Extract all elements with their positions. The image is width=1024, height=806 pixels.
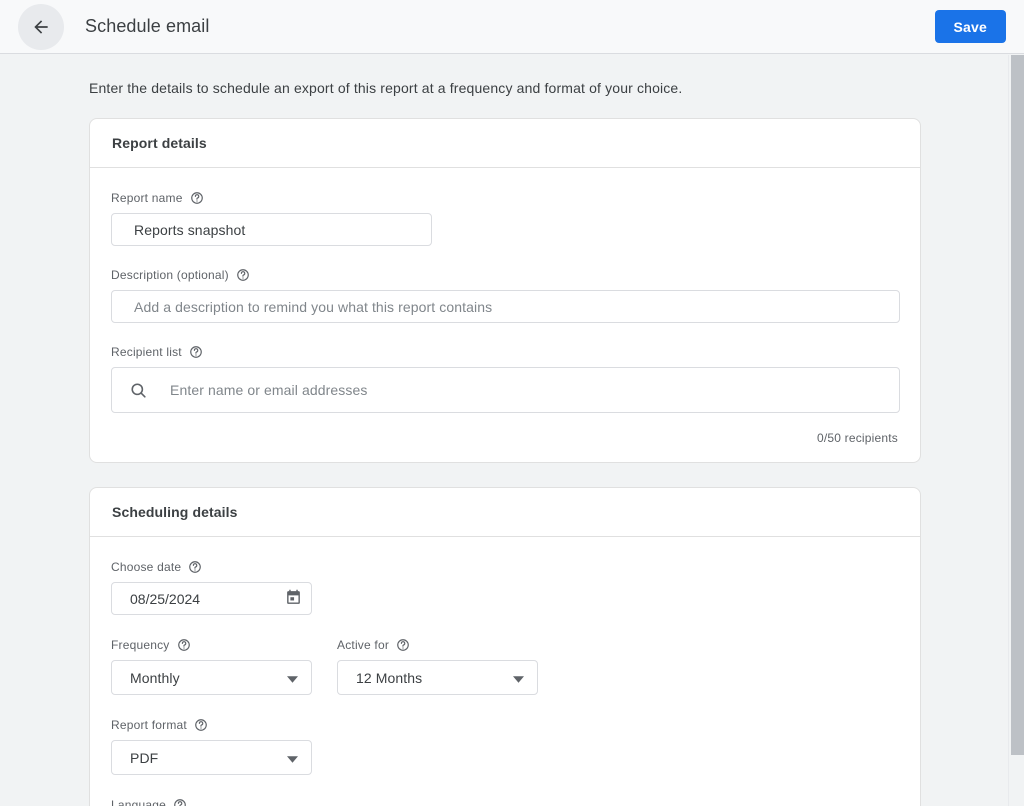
help-circle-icon[interactable] xyxy=(173,798,187,806)
help-circle-icon[interactable] xyxy=(396,638,410,652)
help-circle-icon[interactable] xyxy=(177,638,191,652)
language-field: Language xyxy=(111,797,898,806)
frequency-label-row: Frequency xyxy=(111,637,312,653)
report-format-select[interactable]: PDF xyxy=(111,740,312,775)
top-app-bar: Schedule email Save xyxy=(0,0,1024,54)
choose-date-input[interactable]: 08/25/2024 xyxy=(111,582,312,615)
frequency-field: Frequency Monthly xyxy=(111,637,312,695)
recipient-list-input[interactable]: Enter name or email addresses xyxy=(111,367,900,413)
language-label: Language xyxy=(111,798,166,806)
report-details-header: Report details xyxy=(90,119,920,168)
choose-date-value: 08/25/2024 xyxy=(130,590,201,607)
recipient-list-placeholder: Enter name or email addresses xyxy=(170,382,368,398)
report-details-card: Report details Report name Reports snaps… xyxy=(89,118,921,463)
choose-date-label-row: Choose date xyxy=(111,559,898,575)
active-for-value: 12 Months xyxy=(356,669,423,686)
choose-date-field: Choose date 08/25/2024 xyxy=(111,559,898,615)
chevron-down-icon[interactable] xyxy=(287,750,298,766)
frequency-select[interactable]: Monthly xyxy=(111,660,312,695)
scheduling-details-card: Scheduling details Choose date 08/25/202… xyxy=(89,487,921,806)
report-name-input[interactable]: Reports snapshot xyxy=(111,213,432,246)
chevron-down-icon[interactable] xyxy=(513,670,524,686)
content-area: Enter the details to schedule an export … xyxy=(0,55,1008,806)
page-title: Schedule email xyxy=(85,16,210,36)
scheduling-details-header: Scheduling details xyxy=(90,488,920,537)
scrollbar-thumb[interactable] xyxy=(1011,55,1024,755)
description-label-row: Description (optional) xyxy=(111,267,898,283)
report-format-label-row: Report format xyxy=(111,717,898,733)
active-for-label: Active for xyxy=(337,638,390,652)
help-circle-icon[interactable] xyxy=(194,718,208,732)
report-details-body: Report name Reports snapshot Description… xyxy=(90,168,920,462)
calendar-icon[interactable] xyxy=(285,589,302,609)
active-for-select[interactable]: 12 Months xyxy=(337,660,538,695)
scheduling-details-body: Choose date 08/25/2024 Frequency Monthly… xyxy=(90,537,920,806)
vertical-scrollbar[interactable] xyxy=(1008,55,1024,806)
report-format-label: Report format xyxy=(111,718,187,732)
report-name-label-row: Report name xyxy=(111,190,898,206)
recipient-list-label: Recipient list xyxy=(111,345,182,359)
language-label-row: Language xyxy=(111,797,898,806)
recipient-list-label-row: Recipient list xyxy=(111,344,898,360)
back-button[interactable] xyxy=(18,3,64,50)
description-field: Description (optional) Add a description… xyxy=(111,267,900,323)
frequency-value: Monthly xyxy=(130,669,180,686)
active-for-label-row: Active for xyxy=(337,637,538,653)
help-circle-icon[interactable] xyxy=(189,345,203,359)
report-format-field: Report format PDF xyxy=(111,717,898,775)
intro-text: Enter the details to schedule an export … xyxy=(89,80,683,96)
arrow-back-icon xyxy=(31,17,51,37)
choose-date-label: Choose date xyxy=(111,560,182,574)
chevron-down-icon[interactable] xyxy=(287,670,298,686)
report-name-field: Report name Reports snapshot xyxy=(111,190,898,246)
recipient-input-inner: Enter name or email addresses xyxy=(129,381,887,400)
report-name-label: Report name xyxy=(111,191,183,205)
recipient-counter: 0/50 recipients xyxy=(816,431,898,445)
recipient-list-field: Recipient list Enter name or email addre… xyxy=(111,344,900,413)
save-button[interactable]: Save xyxy=(934,10,1006,43)
help-circle-icon[interactable] xyxy=(188,560,202,574)
active-for-field: Active for 12 Months xyxy=(337,637,538,695)
help-circle-icon[interactable] xyxy=(190,191,204,205)
help-circle-icon[interactable] xyxy=(236,268,250,282)
frequency-label: Frequency xyxy=(111,638,170,652)
description-label: Description (optional) xyxy=(111,268,229,282)
description-input[interactable]: Add a description to remind you what thi… xyxy=(111,290,900,323)
search-icon xyxy=(129,381,148,400)
frequency-activefor-row: Frequency Monthly Active for 12 Months xyxy=(111,637,898,695)
report-format-value: PDF xyxy=(130,749,159,766)
